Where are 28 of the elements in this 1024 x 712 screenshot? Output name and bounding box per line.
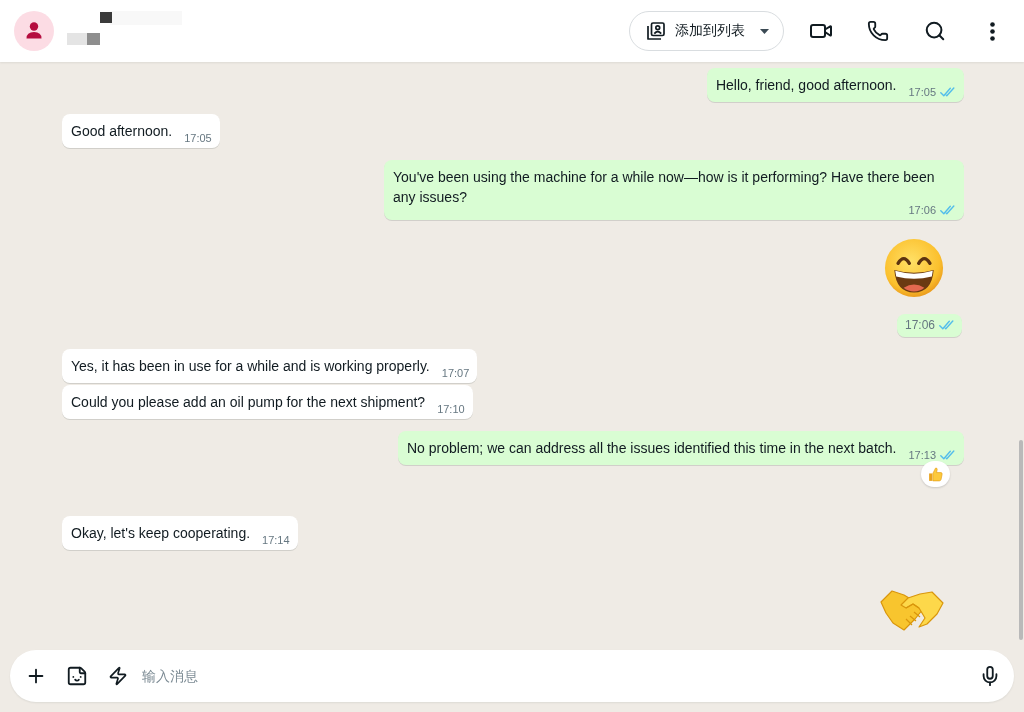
message-composer[interactable]: 输入消息: [10, 650, 1014, 702]
message-text: Could you please add an oil pump for the next shipment?: [71, 393, 426, 412]
sticker-icon: [66, 665, 88, 687]
message-text: Okay, let's keep cooperating.: [71, 524, 251, 543]
message-text: No problem; we can address all the issues identified this time in the next batch.: [407, 439, 897, 458]
message-time: 17:06: [904, 318, 935, 333]
lightning-icon: [108, 666, 128, 686]
thumbs-up-reaction-icon[interactable]: [921, 461, 950, 487]
message-text: You've been using the machine for a while now—how is it performing? Have there been any issues?: [393, 168, 936, 206]
search-icon: [924, 20, 946, 42]
avatar-icon[interactable]: [14, 11, 54, 51]
phone-icon: [867, 20, 889, 42]
scrollbar-thumb[interactable]: [1019, 440, 1023, 640]
message-time: 17:06: [908, 203, 936, 217]
message-time: 17:10: [437, 402, 465, 416]
message-time: 17:14: [262, 533, 290, 547]
message-time: 17:05: [908, 85, 936, 99]
message-text: Hello, friend, good afternoon.: [715, 76, 897, 95]
message-text: Yes, it has been in use for a while and is working properly.: [71, 357, 430, 376]
caret-icon: [760, 28, 769, 34]
grinning-face-emoji: [884, 238, 944, 298]
more-icon: [989, 21, 995, 41]
message-time: 17:05: [184, 131, 212, 145]
message-time: 17:07: [441, 366, 470, 380]
add-to-list-button[interactable]: 添加到列表: [629, 11, 784, 51]
contact-list-icon: [647, 22, 665, 40]
message-text: Good afternoon.: [71, 122, 173, 141]
message-time: 17:13: [908, 448, 936, 462]
